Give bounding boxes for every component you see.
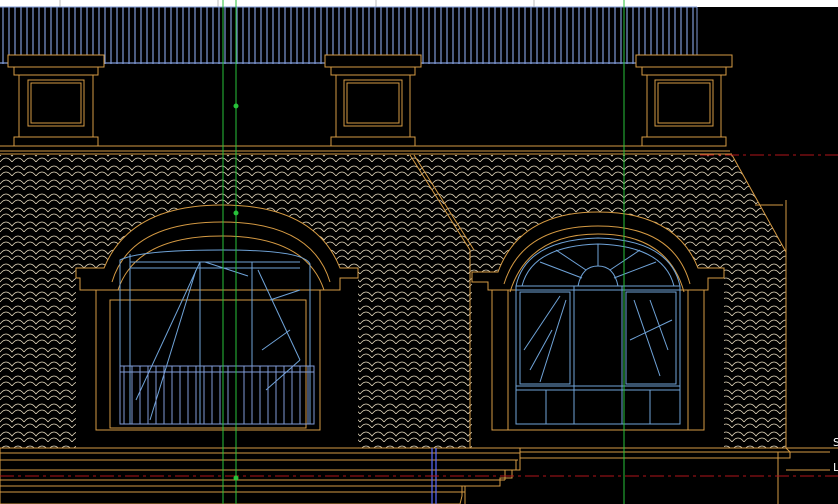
top-strip [0,0,838,7]
edge-glyph-2: L [833,461,838,474]
dormer-left-balustrade [119,365,315,425]
facade-elevation-drawing[interactable] [0,0,838,504]
chimney-left [7,54,105,147]
chimney-right [635,54,733,147]
edge-glyph-1: S [833,436,838,449]
cad-model-viewport[interactable]: S L [0,0,838,504]
chimney-center [324,54,422,147]
